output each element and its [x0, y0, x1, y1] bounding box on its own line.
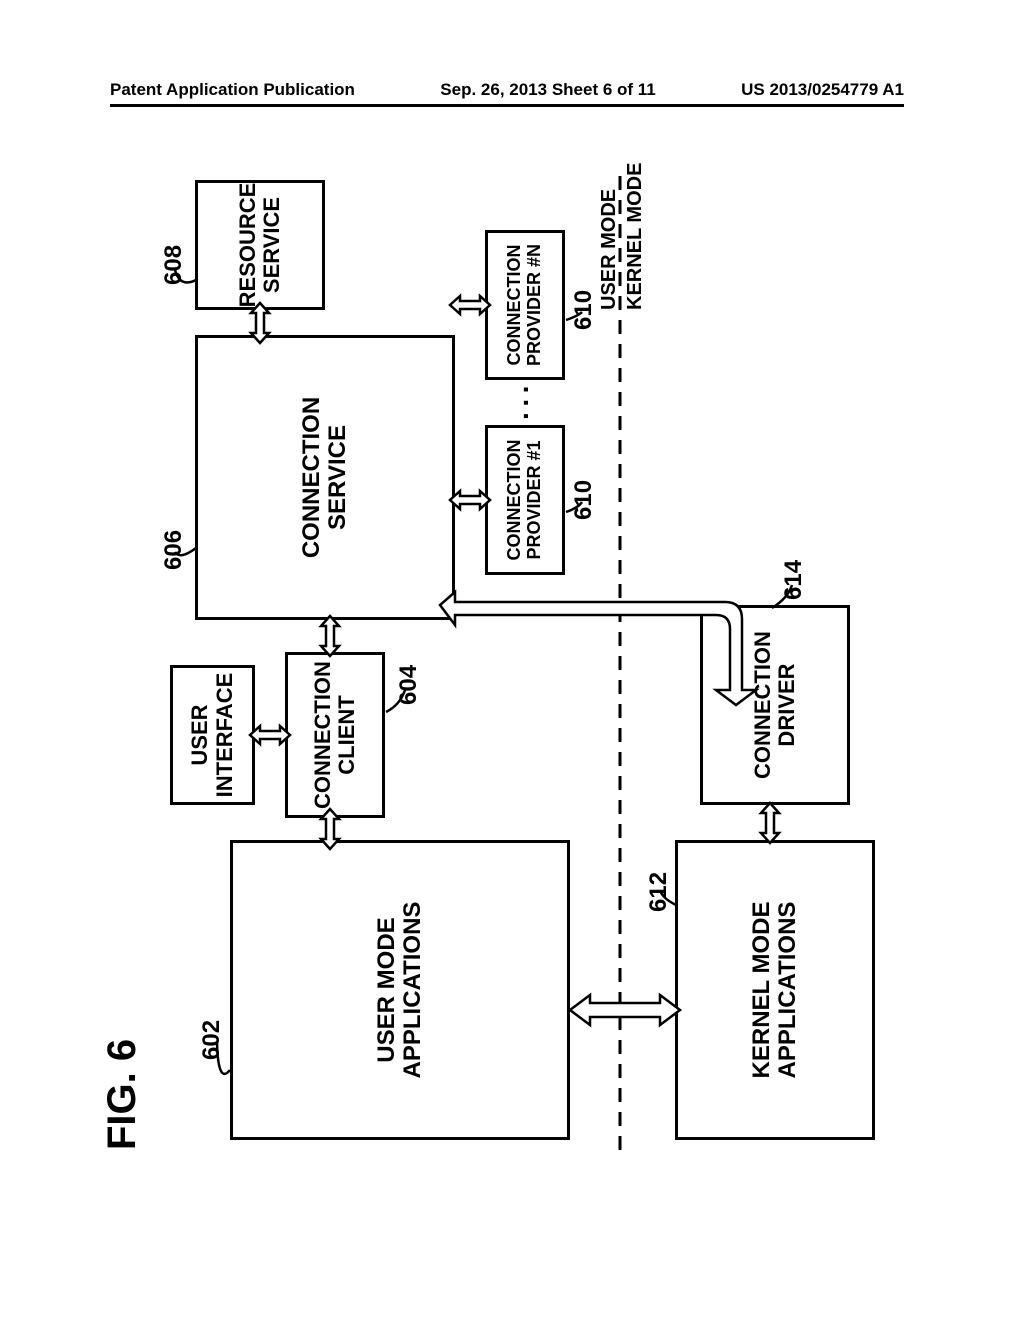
header-right: US 2013/0254779 A1 — [741, 80, 904, 100]
leader-606 — [175, 548, 196, 555]
leader-608 — [175, 270, 196, 282]
connectors-svg — [100, 160, 900, 1160]
leader-602 — [217, 1042, 230, 1074]
arrow-icon — [250, 726, 290, 744]
leader-614 — [772, 585, 792, 608]
leader-610b — [566, 312, 582, 320]
arrow-icon — [440, 592, 756, 705]
arrow-icon — [761, 803, 779, 843]
page-header: Patent Application Publication Sep. 26, … — [0, 80, 1024, 100]
arrow-icon — [450, 491, 490, 509]
arrow-icon — [450, 296, 490, 314]
page: Patent Application Publication Sep. 26, … — [0, 0, 1024, 1320]
diagram-viewport: FIG. 6 USER MODE APPLICATIONS USER INTER… — [100, 160, 900, 1160]
leader-612 — [660, 890, 676, 905]
arrow-icon — [321, 616, 339, 656]
arrow-icon — [321, 809, 339, 849]
arrow-icon — [570, 995, 680, 1025]
arrow-icon — [251, 303, 269, 343]
header-rule — [110, 104, 904, 107]
header-center: Sep. 26, 2013 Sheet 6 of 11 — [440, 80, 655, 100]
header-left: Patent Application Publication — [110, 80, 355, 100]
diagram: FIG. 6 USER MODE APPLICATIONS USER INTER… — [100, 160, 900, 1160]
leader-610a — [566, 502, 582, 512]
leader-604 — [386, 690, 405, 712]
